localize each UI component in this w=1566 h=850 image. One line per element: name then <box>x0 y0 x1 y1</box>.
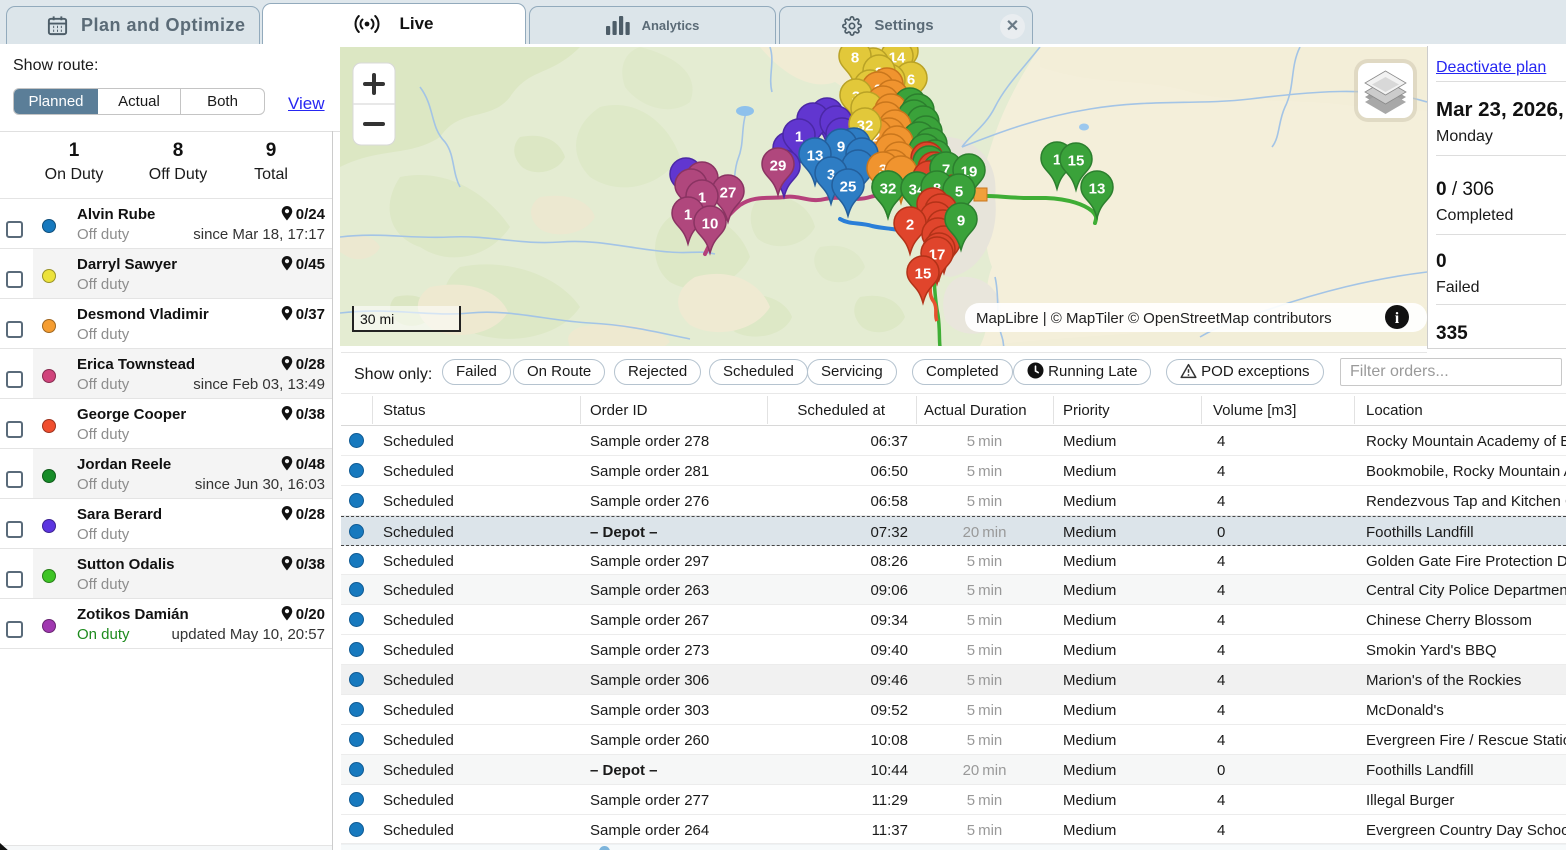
svg-text:27: 27 <box>720 185 737 202</box>
svg-text:1: 1 <box>684 207 692 224</box>
svg-text:MapLibre | © MapTiler © OpenSt: MapLibre | © MapTiler © OpenStreetMap co… <box>976 310 1332 327</box>
svg-text:8: 8 <box>851 50 859 67</box>
svg-text:6: 6 <box>907 72 915 89</box>
svg-text:13: 13 <box>1089 181 1106 198</box>
svg-text:10: 10 <box>702 216 719 233</box>
svg-text:9: 9 <box>837 139 845 156</box>
svg-text:15: 15 <box>1068 153 1085 170</box>
svg-text:30 mi: 30 mi <box>360 311 394 327</box>
svg-text:15: 15 <box>915 266 932 283</box>
svg-text:32: 32 <box>880 181 897 198</box>
svg-text:i: i <box>1395 310 1400 327</box>
svg-text:29: 29 <box>770 158 787 175</box>
svg-text:2: 2 <box>906 217 914 234</box>
svg-text:25: 25 <box>840 179 857 196</box>
svg-text:1: 1 <box>795 129 803 146</box>
svg-text:9: 9 <box>957 213 965 230</box>
svg-text:5: 5 <box>955 184 963 201</box>
